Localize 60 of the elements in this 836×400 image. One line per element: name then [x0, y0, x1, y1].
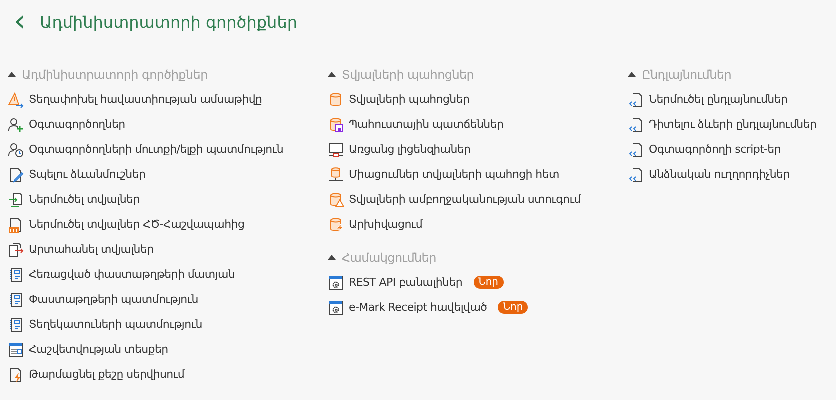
window-gear-icon: [328, 274, 344, 290]
doc-pen-icon: [8, 166, 24, 182]
tool-link[interactable]: Հաշվետվության տեսքեր: [29, 343, 168, 356]
tool-link[interactable]: Օգտագործողների մուտքի/ելքի պատմություն: [29, 143, 284, 156]
tool-link[interactable]: Տպելու ձևանմուշներ: [29, 168, 146, 181]
collapse-icon[interactable]: [328, 72, 336, 77]
collapse-icon[interactable]: [328, 255, 336, 260]
tool-link[interactable]: Հեռացված փաստաթղթերի մատյան: [29, 268, 236, 281]
tool-link[interactable]: Ներմուծել տվյալներ: [29, 193, 140, 206]
code-doc-icon: [628, 92, 644, 108]
collapse-icon[interactable]: [8, 72, 16, 77]
db-save-icon: [328, 116, 344, 132]
warning-arrow-icon: [8, 92, 24, 108]
section-title: Տվյալների պահոցներ: [342, 68, 474, 82]
tool-link[interactable]: Տեղափոխել հավաստիության ամսաթիվը: [29, 93, 262, 106]
tool-link[interactable]: Տվյալների պահոցներ: [349, 93, 470, 106]
tool-link[interactable]: Առցանց լիցենզիաներ: [349, 143, 471, 156]
list-icon: [8, 316, 24, 332]
tool-link[interactable]: Դիտելու ձևերի ընդլայնումներ: [649, 118, 817, 131]
list-icon: [8, 266, 24, 282]
tool-link[interactable]: e-Mark Receipt հավելված: [349, 301, 488, 314]
tool-link[interactable]: Ներմուծել տվյալներ ՀԾ-Հաշվապահից: [29, 218, 245, 231]
import-icon: [8, 192, 24, 208]
monitor-icon: [328, 142, 344, 158]
tool-link[interactable]: Թարմացնել քեշը սերվիսում: [29, 368, 184, 381]
tool-link[interactable]: Միացումներ տվյալների պահոցի հետ: [349, 168, 560, 181]
tool-link[interactable]: Օգտագործողներ: [29, 118, 126, 131]
window-icon: [8, 342, 24, 358]
import-hc-icon: [8, 216, 24, 232]
db-warning-icon: [328, 192, 344, 208]
section-title: Համակցումներ: [342, 250, 436, 264]
code-doc-icon: [628, 116, 644, 132]
export-icon: [8, 242, 24, 258]
tool-link[interactable]: Օգտագործողի script-եր: [649, 143, 782, 156]
list-icon: [8, 292, 24, 308]
tool-link[interactable]: Տեղեկատուների պատմություն: [29, 318, 202, 331]
section-title: Ընդլայնումներ: [642, 68, 732, 82]
window-gear-icon: [328, 300, 344, 316]
page-title: Ադմինիստրատորի գործիքներ: [40, 12, 298, 32]
doc-bolt-icon: [8, 366, 24, 382]
tool-link[interactable]: Արտահանել տվյալներ: [29, 243, 154, 256]
tool-link[interactable]: Տվյալների ամբողջականության ստուգում: [349, 193, 581, 206]
user-clock-icon: [8, 142, 24, 158]
db-icon: [328, 92, 344, 108]
back-button[interactable]: ‹: [14, 8, 26, 36]
code-doc-icon: [628, 142, 644, 158]
tool-link[interactable]: Անձնական ուղղորդիչներ: [649, 168, 790, 181]
tool-link[interactable]: Ներմուծել ընդլայնումներ: [649, 93, 788, 106]
new-badge: Նոր: [474, 276, 504, 289]
section-title: Ադմինիստրատորի գործիքներ: [22, 68, 208, 82]
db-network-icon: [328, 166, 344, 182]
new-badge: Նոր: [498, 301, 528, 314]
collapse-icon[interactable]: [628, 72, 636, 77]
tool-link[interactable]: Պահուստային պատճեններ: [349, 118, 504, 131]
code-doc-icon: [628, 166, 644, 182]
db-bolt-icon: [328, 216, 344, 232]
user-add-icon: [8, 116, 24, 132]
tool-link[interactable]: Արխիվացում: [349, 218, 423, 231]
tool-link[interactable]: Փաստաթղթերի պատմություն: [29, 293, 198, 306]
tool-link[interactable]: REST API բանալիներ: [349, 276, 463, 289]
